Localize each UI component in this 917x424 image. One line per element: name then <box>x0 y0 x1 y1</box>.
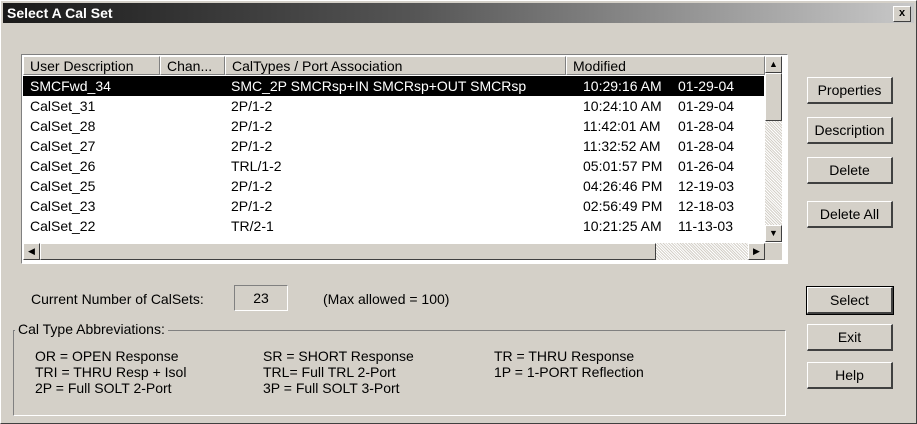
vertical-scrollbar[interactable]: ▲ ▼ <box>765 56 782 242</box>
table-row[interactable]: CalSet_31 2P/1-2 10:24:10 AM 01-29-04 <box>23 96 765 116</box>
scrollbar-corner <box>765 243 782 260</box>
cell-user-description: CalSet_27 <box>30 138 96 154</box>
vertical-scroll-thumb[interactable] <box>765 73 782 121</box>
cell-user-description: CalSet_28 <box>30 118 96 134</box>
exit-button[interactable]: Exit <box>807 324 893 351</box>
cell-modified-date: 01-29-04 <box>678 98 735 114</box>
table-row[interactable]: CalSet_25 2P/1-2 04:26:46 PM 12-19-03 <box>23 176 765 196</box>
cell-caltypes: SMC_2P SMCRsp+IN SMCRsp+OUT SMCRsp <box>231 78 527 94</box>
abbr-sr: SR = SHORT Response <box>263 348 414 364</box>
calset-count-field: 23 <box>234 285 288 311</box>
abbreviations-title: Cal Type Abbreviations: <box>15 321 168 337</box>
table-row[interactable]: CalSet_22 TR/2-1 10:21:25 AM 11-13-03 <box>23 216 765 236</box>
cell-modified-time: 10:21:25 AM <box>583 218 662 234</box>
cell-user-description: CalSet_23 <box>30 198 96 214</box>
column-header-modified[interactable]: Modified <box>566 56 765 75</box>
arrow-up-icon: ▲ <box>769 59 778 69</box>
cell-modified-date: 11-13-03 <box>678 218 734 234</box>
delete-button[interactable]: Delete <box>807 157 893 184</box>
table-row[interactable]: CalSet_27 2P/1-2 11:32:52 AM 01-28-04 <box>23 136 765 156</box>
cell-caltypes: 2P/1-2 <box>231 138 273 154</box>
horizontal-scroll-thumb[interactable] <box>40 243 656 260</box>
table-row[interactable]: SMCFwd_34 SMC_2P SMCRsp+IN SMCRsp+OUT SMC… <box>23 76 764 96</box>
column-header-caltypes[interactable]: CalTypes / Port Association <box>225 56 566 75</box>
abbr-tri: TRI = THRU Resp + Isol <box>35 364 187 380</box>
abbr-tr: TR = THRU Response <box>494 348 635 364</box>
cell-caltypes: TRL/1-2 <box>231 158 282 174</box>
cell-caltypes: 2P/1-2 <box>231 198 273 214</box>
cell-caltypes: 2P/1-2 <box>231 118 273 134</box>
abbr-1p: 1P = 1-PORT Reflection <box>494 364 644 380</box>
description-button[interactable]: Description <box>807 117 893 144</box>
cell-caltypes: TR/2-1 <box>231 218 274 234</box>
scroll-up-button[interactable]: ▲ <box>765 56 782 73</box>
cell-user-description: CalSet_26 <box>30 158 96 174</box>
cell-modified-time: 11:32:52 AM <box>583 138 661 154</box>
delete-all-button[interactable]: Delete All <box>807 201 893 228</box>
scroll-down-button[interactable]: ▼ <box>765 225 782 242</box>
select-button[interactable]: Select <box>806 286 894 315</box>
column-header-user-description[interactable]: User Description <box>23 56 160 75</box>
close-icon: x <box>898 7 906 19</box>
arrow-left-icon: ◀ <box>28 246 35 256</box>
arrow-right-icon: ▶ <box>753 246 760 256</box>
abbr-3p: 3P = Full SOLT 3-Port <box>263 380 400 396</box>
abbr-2p: 2P = Full SOLT 2-Port <box>35 380 172 396</box>
properties-button[interactable]: Properties <box>807 77 893 104</box>
cell-user-description: CalSet_31 <box>30 98 96 114</box>
cell-modified-time: 02:56:49 PM <box>583 198 663 214</box>
cell-user-description: CalSet_25 <box>30 178 96 194</box>
cell-caltypes: 2P/1-2 <box>231 98 273 114</box>
scroll-right-button[interactable]: ▶ <box>748 243 765 260</box>
help-button[interactable]: Help <box>807 362 893 389</box>
calset-count-label: Current Number of CalSets: <box>31 291 204 307</box>
cell-modified-date: 01-28-04 <box>678 138 735 154</box>
scroll-left-button[interactable]: ◀ <box>23 243 40 260</box>
cell-modified-date: 01-28-04 <box>678 118 735 134</box>
close-button[interactable]: x <box>893 6 911 22</box>
abbr-or: OR = OPEN Response <box>35 348 179 364</box>
max-allowed-note: (Max allowed = 100) <box>323 291 450 307</box>
cell-modified-date: 01-29-04 <box>678 78 735 94</box>
select-cal-set-dialog: Select A Cal Set x User Description Chan… <box>0 0 917 424</box>
cell-modified-time: 10:29:16 AM <box>583 78 662 94</box>
cell-modified-date: 12-19-03 <box>678 178 735 194</box>
cell-user-description: CalSet_22 <box>30 218 96 234</box>
cell-modified-time: 04:26:46 PM <box>583 178 663 194</box>
cell-modified-time: 05:01:57 PM <box>583 158 663 174</box>
calset-list[interactable]: User Description Chan... CalTypes / Port… <box>21 54 788 264</box>
table-row[interactable]: CalSet_23 2P/1-2 02:56:49 PM 12-18-03 <box>23 196 765 216</box>
cell-caltypes: 2P/1-2 <box>231 178 273 194</box>
table-row[interactable]: CalSet_28 2P/1-2 11:42:01 AM 01-28-04 <box>23 116 765 136</box>
abbr-trl: TRL= Full TRL 2-Port <box>263 364 396 380</box>
cell-user-description: SMCFwd_34 <box>30 78 111 94</box>
column-header-channel[interactable]: Chan... <box>160 56 225 75</box>
cell-modified-time: 10:24:10 AM <box>583 98 662 114</box>
title-bar[interactable]: Select A Cal Set x <box>3 3 914 23</box>
cell-modified-time: 11:42:01 AM <box>583 118 661 134</box>
horizontal-scrollbar[interactable]: ◀ ▶ <box>23 243 782 260</box>
table-row[interactable]: CalSet_26 TRL/1-2 05:01:57 PM 01-26-04 <box>23 156 765 176</box>
window-title: Select A Cal Set <box>7 5 113 21</box>
arrow-down-icon: ▼ <box>769 228 778 238</box>
cell-modified-date: 01-26-04 <box>678 158 735 174</box>
cell-modified-date: 12-18-03 <box>678 198 735 214</box>
